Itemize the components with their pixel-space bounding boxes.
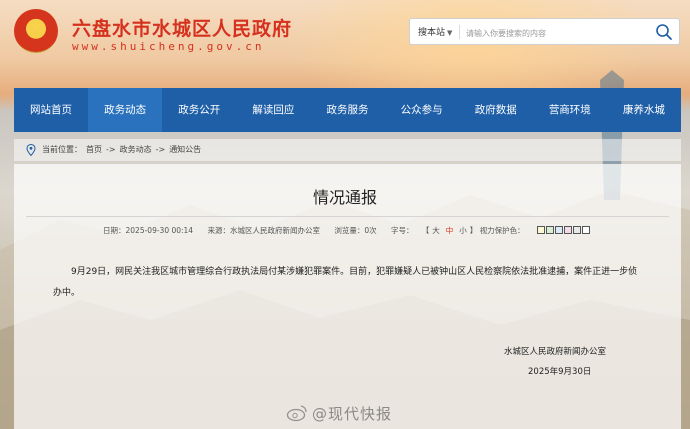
font-size-medium[interactable]: 中	[446, 226, 454, 235]
font-size-control: 字号：【大中小】	[391, 226, 478, 235]
location-pin-icon	[26, 144, 36, 156]
color-swatch-gray[interactable]	[572, 226, 581, 234]
nav-item-business[interactable]: 营商环境	[533, 88, 607, 132]
search-icon[interactable]	[655, 23, 673, 41]
nav-item-data[interactable]: 政府数据	[459, 88, 533, 132]
article-body: 9月29日，网民关注我区城市管理综合行政执法局付某涉嫌犯罪案件。目前，犯罪嫌疑人…	[53, 267, 638, 298]
breadcrumb-prefix: 当前位置：	[42, 145, 82, 154]
main-nav: 网站首页 政务动态 政务公开 解读回应 政务服务 公众参与 政府数据 营商环境 …	[14, 88, 681, 132]
national-emblem-icon	[14, 9, 58, 53]
eye-protect-label: 视力保护色：	[479, 226, 525, 235]
site-domain: www.shuicheng.gov.cn	[72, 40, 265, 53]
nav-item-services[interactable]: 政务服务	[310, 88, 384, 132]
article-title: 情况通报	[312, 188, 377, 207]
weibo-logo-icon	[286, 405, 307, 422]
article-meta: 日期：2025-09-30 00:14 来源：水城区人民政府新闻办公室 浏览量：…	[103, 225, 615, 236]
nav-item-participation[interactable]: 公众参与	[385, 88, 459, 132]
article-source: 来源：水城区人民政府新闻办公室	[207, 226, 320, 235]
breadcrumb-separator: ->	[155, 145, 166, 154]
nav-item-news[interactable]: 政务动态	[88, 88, 163, 132]
watermark: @现代快报	[286, 401, 392, 425]
article-date: 日期：2025-09-30 00:14	[103, 226, 194, 235]
nav-item-interpretation[interactable]: 解读回应	[236, 88, 310, 132]
color-swatches	[536, 226, 591, 236]
font-size-label: 字号：	[391, 226, 414, 235]
color-swatch-pink[interactable]	[563, 226, 572, 234]
search-box: 搜本站 ▼	[409, 18, 680, 45]
search-scope-dropdown[interactable]: 搜本站 ▼	[418, 25, 452, 38]
color-swatch-green[interactable]	[545, 226, 554, 234]
breadcrumb-separator: ->	[106, 145, 116, 154]
watermark-text: @现代快报	[312, 404, 393, 423]
nav-item-open-gov[interactable]: 政务公开	[162, 88, 236, 132]
color-swatch-white[interactable]	[581, 226, 590, 234]
search-scope-label: 搜本站	[418, 28, 446, 38]
nav-item-home[interactable]: 网站首页	[14, 88, 88, 132]
article-views: 浏览量：0次	[334, 226, 377, 235]
breadcrumb-news[interactable]: 政务动态	[120, 145, 152, 154]
eye-protect-control: 视力保护色：	[480, 226, 603, 235]
font-size-small[interactable]: 小	[459, 226, 467, 235]
signature-org: 水城区人民政府新闻办公室	[504, 347, 607, 357]
site-title[interactable]: 六盘水市水城区人民政府	[72, 14, 292, 41]
font-size-large[interactable]: 大	[432, 226, 440, 235]
breadcrumb-notices[interactable]: 通知公告	[169, 145, 201, 154]
breadcrumb-home[interactable]: 首页	[86, 145, 102, 154]
search-input[interactable]	[464, 23, 658, 43]
color-swatch-blue[interactable]	[554, 226, 563, 234]
search-divider	[459, 25, 460, 39]
color-swatch-yellow[interactable]	[536, 226, 545, 234]
breadcrumb: 当前位置： 首页 -> 政务动态 -> 通知公告	[14, 139, 681, 161]
site-header: 六盘水市水城区人民政府 www.shuicheng.gov.cn 搜本站▼	[0, 0, 690, 88]
signature-date: 2025年9月30日	[528, 367, 592, 377]
title-divider	[26, 216, 669, 217]
chevron-down-icon: ▼	[447, 29, 453, 37]
nav-item-wellness[interactable]: 康养水城	[607, 88, 681, 132]
